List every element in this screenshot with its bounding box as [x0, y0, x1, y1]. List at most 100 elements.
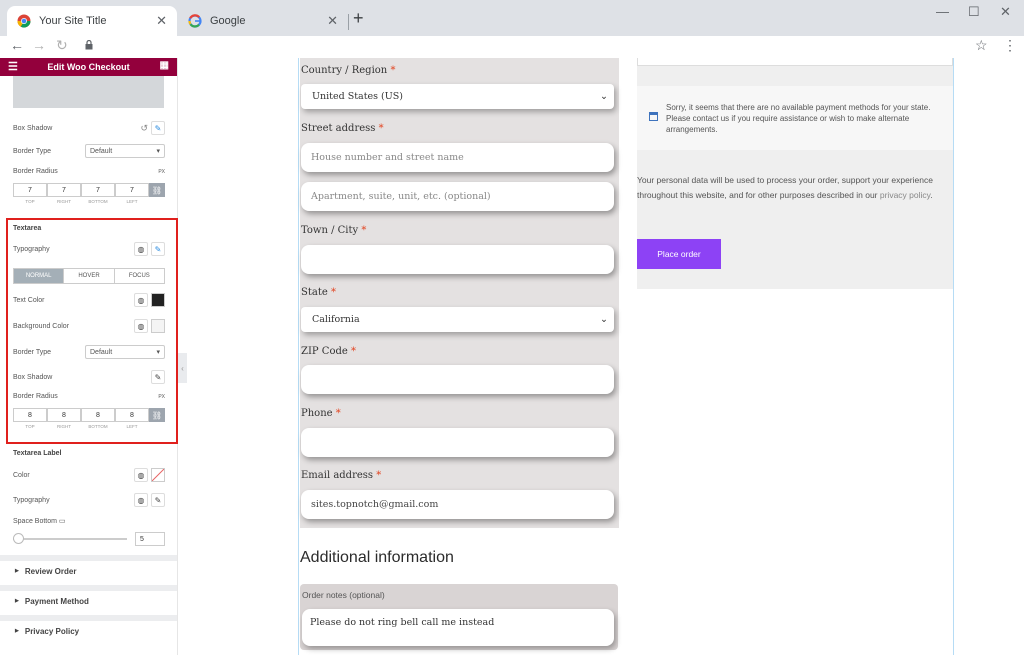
- privacy-text: Your personal data will be used to proce…: [637, 173, 953, 202]
- reload-icon[interactable]: ↻: [56, 37, 68, 54]
- zip-label: ZIP Code *: [301, 346, 356, 357]
- back-icon[interactable]: ←: [10, 37, 24, 53]
- border-radius-row: Border Radius PX: [13, 168, 165, 175]
- country-label-text: Country / Region: [301, 65, 388, 76]
- zip-label-text: ZIP Code: [301, 346, 348, 357]
- country-select[interactable]: United States (US) ⌄: [301, 84, 614, 109]
- chevron-down-icon: ▾: [156, 148, 160, 155]
- space-bottom-label-wrap: Space Bottom ▭: [13, 517, 165, 525]
- minimize-icon[interactable]: —: [936, 4, 949, 19]
- order-table-bottom: [637, 58, 953, 66]
- border-type-value: Default: [90, 147, 113, 155]
- tab-title: Your Site Title: [39, 15, 107, 27]
- space-bottom-input[interactable]: 5: [135, 532, 165, 546]
- city-label: Town / City *: [301, 225, 366, 236]
- accordion-privacy-policy[interactable]: ▶ Privacy Policy: [0, 615, 177, 641]
- color-label: Color: [13, 471, 30, 479]
- textarea-label-section-title: Textarea Label: [13, 450, 62, 457]
- radius-bottom-input[interactable]: 7: [81, 183, 115, 197]
- tab-your-site-title[interactable]: Your Site Title ✕: [7, 6, 177, 36]
- border-radius-dimensions: 7 7 7 7 ⛓ TOP RIGHT BOTTOM LEFT: [13, 183, 165, 204]
- close-tab-icon[interactable]: ✕: [327, 13, 338, 29]
- bookmark-star-icon[interactable]: ☆: [975, 37, 988, 54]
- required-mark: *: [350, 346, 356, 357]
- required-mark: *: [390, 65, 396, 76]
- empty-color-swatch[interactable]: [151, 468, 165, 482]
- close-tab-icon[interactable]: ✕: [156, 13, 167, 29]
- accordion-label: Privacy Policy: [24, 626, 80, 636]
- maximize-icon[interactable]: ☐: [968, 4, 980, 20]
- order-notes-textarea[interactable]: Please do not ring bell call me instead: [302, 609, 614, 646]
- layout-guide-left: [298, 58, 299, 655]
- phone-input[interactable]: [301, 428, 614, 457]
- email-input[interactable]: sites.topnotch@gmail.com: [301, 490, 614, 519]
- required-mark: *: [376, 470, 382, 481]
- state-value: California: [312, 314, 360, 325]
- order-notes-label: Order notes (optional): [302, 590, 385, 600]
- street-address-2-input[interactable]: Apartment, suite, unit, etc. (optional): [301, 182, 614, 211]
- privacy-policy-link[interactable]: privacy policy: [880, 190, 930, 200]
- widgets-grid-icon[interactable]: ▦: [160, 60, 169, 71]
- state-select[interactable]: California ⌄: [301, 307, 614, 332]
- caption-left: LEFT: [126, 199, 138, 204]
- globe-icon[interactable]: ◍: [134, 493, 148, 507]
- radius-right-input[interactable]: 7: [47, 183, 81, 197]
- place-order-button[interactable]: Place order: [637, 239, 721, 269]
- required-mark: *: [330, 287, 336, 298]
- phone-label: Phone *: [301, 408, 341, 419]
- slider-handle[interactable]: [13, 533, 24, 544]
- space-bottom-slider: 5: [13, 532, 165, 546]
- caret-right-icon: ▶: [15, 568, 19, 574]
- accordion-payment-method[interactable]: ▶ Payment Method: [0, 585, 177, 611]
- box-shadow-row: Box Shadow ↺ ✎: [13, 121, 165, 135]
- lock-icon[interactable]: [85, 40, 93, 50]
- caret-right-icon: ▶: [15, 628, 19, 634]
- email-label: Email address *: [301, 470, 381, 481]
- caption-bottom: BOTTOM: [88, 199, 108, 204]
- panel-header: ☰ Edit Woo Checkout ▦: [0, 58, 177, 76]
- label-typography-row: Typography ◍ ✎: [13, 493, 165, 507]
- caption-right: RIGHT: [57, 199, 71, 204]
- accordion-label: Review Order: [24, 566, 77, 576]
- close-window-icon[interactable]: ✕: [1000, 4, 1011, 20]
- country-label: Country / Region *: [301, 65, 395, 76]
- additional-information-heading: Additional information: [300, 549, 454, 566]
- space-bottom-label: Space Bottom: [13, 518, 57, 525]
- browser-tab-bar: Your Site Title ✕ Google ✕ + — ☐ ✕: [0, 0, 1024, 36]
- border-type-select[interactable]: Default ▾: [85, 144, 165, 158]
- required-mark: *: [335, 408, 341, 419]
- panel-title: Edit Woo Checkout: [47, 62, 130, 72]
- tab-google[interactable]: Google ✕: [178, 6, 348, 36]
- label-color-row: Color ◍: [13, 468, 165, 482]
- collapse-panel-handle[interactable]: ‹: [178, 353, 187, 383]
- zip-input[interactable]: [301, 365, 614, 394]
- link-values-icon[interactable]: ⛓: [149, 183, 165, 197]
- radius-left-input[interactable]: 7: [115, 183, 149, 197]
- layout-guide-right: [953, 58, 954, 655]
- forward-icon[interactable]: →: [32, 37, 46, 53]
- border-type-row: Border Type Default ▾: [13, 144, 165, 158]
- required-mark: *: [378, 123, 384, 134]
- space-bottom-row: Space Bottom ▭: [13, 517, 165, 525]
- edit-pencil-icon[interactable]: ✎: [151, 121, 165, 135]
- edit-pencil-icon[interactable]: ✎: [151, 493, 165, 507]
- new-tab-icon[interactable]: +: [353, 8, 364, 29]
- radius-top-input[interactable]: 7: [13, 183, 47, 197]
- reset-icon[interactable]: ↺: [140, 123, 148, 134]
- globe-icon[interactable]: ◍: [134, 468, 148, 482]
- tab-title: Google: [210, 15, 246, 27]
- google-icon: [188, 14, 202, 28]
- hamburger-icon[interactable]: ☰: [8, 60, 18, 73]
- chevron-down-icon: ⌄: [600, 314, 608, 325]
- street-label-text: Street address: [301, 123, 376, 134]
- city-input[interactable]: [301, 245, 614, 274]
- payment-notice-text: Sorry, it seems that there are no availa…: [666, 103, 931, 134]
- unit-selector[interactable]: PX: [158, 169, 165, 175]
- accordion-review-order[interactable]: ▶ Review Order: [0, 555, 177, 581]
- browser-toolbar: ← → ↻ ☆ ⋮: [0, 36, 1024, 58]
- street-address-input[interactable]: House number and street name: [301, 143, 614, 172]
- slider-track[interactable]: [13, 533, 127, 544]
- image-preview-placeholder: [13, 76, 164, 108]
- more-menu-icon[interactable]: ⋮: [1003, 37, 1017, 54]
- desktop-icon[interactable]: ▭: [59, 518, 66, 525]
